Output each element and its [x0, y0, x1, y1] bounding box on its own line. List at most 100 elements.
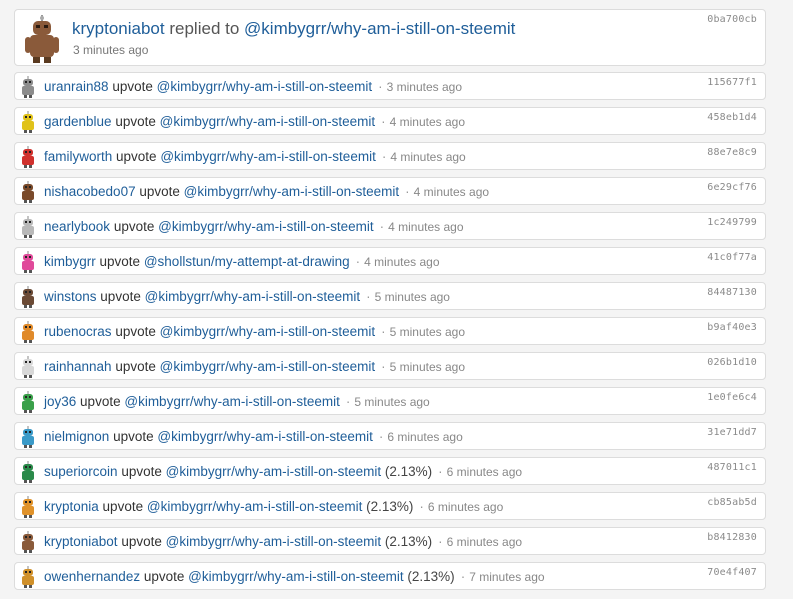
post-link[interactable]: @kimbygrr/why-am-i-still-on-steemit: [124, 394, 339, 409]
transaction-hash[interactable]: 84487130: [707, 287, 757, 298]
robot-avatar-icon[interactable]: [19, 391, 37, 413]
post-link[interactable]: @kimbygrr/why-am-i-still-on-steemit: [166, 534, 381, 549]
post-link[interactable]: @kimbygrr/why-am-i-still-on-steemit: [158, 219, 373, 234]
vote-row: kimbygrr upvote @shollstun/my-attempt-at…: [14, 247, 766, 275]
voter-link[interactable]: kryptoniabot: [44, 534, 118, 549]
robot-avatar-icon[interactable]: [19, 566, 37, 588]
voter-link[interactable]: rainhannah: [44, 359, 112, 374]
vote-verb: upvote: [115, 324, 156, 339]
robot-avatar-icon[interactable]: [19, 356, 37, 378]
post-link[interactable]: @kimbygrr/why-am-i-still-on-steemit: [147, 499, 362, 514]
transaction-hash[interactable]: cb85ab5d: [707, 497, 757, 508]
post-link[interactable]: @kimbygrr/why-am-i-still-on-steemit: [157, 429, 372, 444]
robot-avatar-icon[interactable]: [19, 216, 37, 238]
separator-dot: ·: [355, 254, 361, 269]
voter-link[interactable]: winstons: [44, 289, 97, 304]
voter-link[interactable]: uranrain88: [44, 79, 109, 94]
vote-timestamp: 7 minutes ago: [469, 570, 545, 584]
transaction-hash[interactable]: 115677f1: [707, 77, 757, 88]
transaction-hash[interactable]: b9af40e3: [707, 322, 757, 333]
vote-verb: upvote: [116, 149, 157, 164]
robot-avatar-icon[interactable]: [19, 251, 37, 273]
transaction-hash[interactable]: 88e7e8c9: [707, 147, 757, 158]
vote-line: nearlybook upvote @kimbygrr/why-am-i-sti…: [44, 219, 464, 234]
post-link[interactable]: @kimbygrr/why-am-i-still-on-steemit: [160, 324, 375, 339]
transaction-hash[interactable]: b8412830: [707, 532, 757, 543]
reply-card: kryptoniabot replied to @kimbygrr/why-am…: [14, 9, 766, 66]
voter-link[interactable]: joy36: [44, 394, 76, 409]
post-link[interactable]: @kimbygrr/why-am-i-still-on-steemit: [166, 464, 381, 479]
voter-link[interactable]: familyworth: [44, 149, 112, 164]
robot-avatar-icon[interactable]: [19, 426, 37, 448]
voter-link[interactable]: rubenocras: [44, 324, 112, 339]
separator-dot: ·: [438, 534, 443, 549]
voter-link[interactable]: kimbygrr: [44, 254, 96, 269]
transaction-hash[interactable]: 026b1d10: [707, 357, 757, 368]
vote-verb: upvote: [102, 499, 144, 514]
vote-timestamp: 6 minutes ago: [427, 500, 504, 514]
vote-verb: upvote: [100, 289, 141, 304]
vote-line: rainhannah upvote @kimbygrr/why-am-i-sti…: [44, 359, 465, 374]
vote-line: nielmignon upvote @kimbygrr/why-am-i-sti…: [44, 429, 463, 444]
transaction-hash[interactable]: 458eb1d4: [707, 112, 757, 123]
vote-timestamp: 4 minutes ago: [413, 185, 490, 199]
vote-timestamp: 5 minutes ago: [389, 325, 465, 339]
robot-avatar-icon[interactable]: [19, 76, 37, 98]
vote-row: superiorcoin upvote @kimbygrr/why-am-i-s…: [14, 457, 766, 485]
post-link[interactable]: @kimbygrr/why-am-i-still-on-steemit: [184, 184, 399, 199]
robot-avatar-icon[interactable]: [19, 321, 37, 343]
vote-line: kryptoniabot upvote @kimbygrr/why-am-i-s…: [44, 534, 522, 549]
vote-row: rubenocras upvote @kimbygrr/why-am-i-sti…: [14, 317, 766, 345]
robot-avatar-icon[interactable]: [19, 146, 37, 168]
vote-verb: upvote: [139, 184, 180, 199]
vote-timestamp: 5 minutes ago: [374, 290, 450, 304]
separator-dot: ·: [438, 464, 443, 479]
voter-link[interactable]: owenhernandez: [44, 569, 140, 584]
vote-percent: (2.13%): [366, 499, 414, 514]
robot-avatar-icon[interactable]: [19, 181, 37, 203]
transaction-hash[interactable]: 31e71dd7: [707, 427, 757, 438]
transaction-hash[interactable]: 1e0fe6c4: [707, 392, 757, 403]
transaction-hash[interactable]: 70e4f407: [707, 567, 757, 578]
vote-verb: upvote: [121, 464, 162, 479]
vote-timestamp: 4 minutes ago: [389, 115, 466, 129]
activity-feed: kryptoniabot replied to @kimbygrr/why-am…: [0, 0, 793, 599]
voter-link[interactable]: nearlybook: [44, 219, 110, 234]
post-link[interactable]: @kimbygrr/why-am-i-still-on-steemit: [160, 359, 375, 374]
robot-avatar-icon[interactable]: [19, 111, 37, 133]
separator-dot: ·: [381, 114, 386, 129]
post-link[interactable]: @kimbygrr/why-am-i-still-on-steemit: [160, 149, 375, 164]
vote-timestamp: 6 minutes ago: [446, 465, 523, 479]
transaction-hash[interactable]: 41c0f77a: [707, 252, 757, 263]
vote-verb: upvote: [112, 79, 153, 94]
robot-avatar-icon[interactable]: [19, 531, 37, 553]
voter-link[interactable]: nielmignon: [44, 429, 109, 444]
post-link[interactable]: @kimbygrr/why-am-i-still-on-steemit: [145, 289, 360, 304]
voter-link[interactable]: gardenblue: [44, 114, 112, 129]
vote-row: joy36 upvote @kimbygrr/why-am-i-still-on…: [14, 387, 766, 415]
transaction-hash[interactable]: 6e29cf76: [707, 182, 757, 193]
robot-avatar-icon[interactable]: [19, 286, 37, 308]
voter-link[interactable]: superiorcoin: [44, 464, 118, 479]
robot-avatar-icon[interactable]: [25, 15, 59, 63]
vote-line: kryptonia upvote @kimbygrr/why-am-i-stil…: [44, 499, 503, 514]
robot-avatar-icon[interactable]: [19, 461, 37, 483]
post-link[interactable]: @kimbygrr/why-am-i-still-on-steemit: [157, 79, 372, 94]
transaction-hash[interactable]: 487011c1: [707, 462, 757, 473]
vote-verb: upvote: [143, 569, 185, 584]
reply-verb: replied to: [169, 19, 240, 38]
reply-user-link[interactable]: kryptoniabot: [72, 19, 165, 38]
reply-post-link[interactable]: @kimbygrr/why-am-i-still-on-steemit: [244, 19, 515, 38]
post-link[interactable]: @shollstun/my-attempt-at-drawing: [144, 254, 350, 269]
vote-timestamp: 5 minutes ago: [389, 360, 466, 374]
vote-timestamp: 6 minutes ago: [387, 430, 463, 444]
voter-link[interactable]: nishacobedo07: [44, 184, 136, 199]
transaction-hash[interactable]: 0ba700cb: [707, 14, 757, 25]
vote-timestamp: 4 minutes ago: [390, 150, 466, 164]
voter-link[interactable]: kryptonia: [44, 499, 99, 514]
robot-avatar-icon[interactable]: [19, 496, 37, 518]
post-link[interactable]: @kimbygrr/why-am-i-still-on-steemit: [160, 114, 375, 129]
vote-line: kimbygrr upvote @shollstun/my-attempt-at…: [44, 254, 440, 269]
transaction-hash[interactable]: 1c249799: [707, 217, 757, 228]
post-link[interactable]: @kimbygrr/why-am-i-still-on-steemit: [188, 569, 403, 584]
